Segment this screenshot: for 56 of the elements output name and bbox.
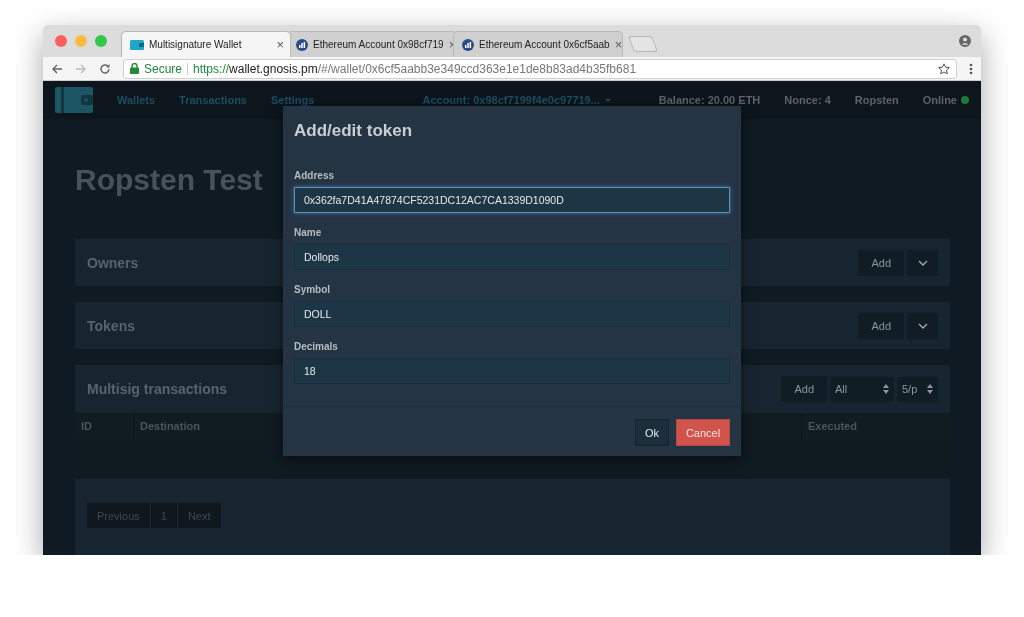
input-field[interactable]: 0x362fa7D41A47874CF5231DC12AC7CA1339D1090D bbox=[294, 187, 730, 213]
updown-icon bbox=[927, 384, 933, 394]
close-button[interactable]: × bbox=[276, 37, 284, 52]
window-control-icon[interactable] bbox=[55, 35, 67, 47]
chevron-down-icon bbox=[917, 259, 928, 266]
wallet-icon bbox=[130, 39, 144, 50]
window-control-icon[interactable] bbox=[75, 35, 87, 47]
panel-title: Multisig transactions bbox=[87, 381, 228, 397]
chart-icon bbox=[296, 38, 308, 51]
reload-icon bbox=[99, 62, 111, 75]
select-field[interactable]: All bbox=[830, 376, 894, 402]
status-text: Online bbox=[922, 94, 957, 106]
nonce-text: Nonce: 4 bbox=[784, 94, 831, 106]
url-text: https://wallet.gnosis.pm/#/wallet/0x6cf5aabb3e349ccd363e1e1de8b83ad4b35fb681 bbox=[193, 61, 637, 76]
forward-icon bbox=[75, 62, 87, 75]
input-field[interactable]: DOLL bbox=[294, 301, 730, 327]
add-button[interactable]: Add bbox=[858, 312, 904, 339]
address-field[interactable]: Secure https://wallet.gnosis.pm/#/wallet/0x6cf5aabb3e349ccd363e1e1de8b83ad4b35fb681 bbox=[123, 58, 957, 79]
profile-icon bbox=[959, 35, 971, 47]
field-label: Symbol bbox=[294, 284, 332, 296]
panel-title: Tokens bbox=[87, 317, 135, 334]
secure-label: Secure bbox=[144, 61, 183, 76]
column-header: Destination bbox=[140, 420, 200, 432]
cancel-button[interactable]: Cancel bbox=[676, 419, 730, 446]
caret-icon bbox=[604, 98, 611, 102]
chevron-down-icon bbox=[917, 322, 928, 329]
close-button[interactable]: × bbox=[614, 37, 623, 52]
page-title: Ropsten Test bbox=[75, 163, 263, 197]
network-text: Ropsten bbox=[854, 94, 899, 106]
updown-icon bbox=[883, 384, 889, 394]
input-field[interactable]: 18 bbox=[294, 358, 730, 384]
ok-button[interactable]: Ok bbox=[635, 419, 669, 446]
field-label: Name bbox=[294, 227, 323, 239]
chart-icon bbox=[462, 38, 474, 51]
column-header: ID bbox=[81, 420, 92, 432]
add-button[interactable]: Add bbox=[781, 376, 827, 402]
column-header: Executed bbox=[808, 420, 857, 432]
field-label: Address bbox=[294, 170, 335, 182]
add-button[interactable]: Add bbox=[858, 249, 904, 276]
wallet-logo-icon bbox=[55, 87, 93, 113]
expand-button[interactable] bbox=[907, 312, 938, 339]
dialog-title: Add/edit token bbox=[293, 120, 414, 142]
select-field[interactable]: 5/p bbox=[897, 376, 938, 402]
field-label: Decimals bbox=[294, 341, 339, 353]
browser-tab[interactable]: Multisignature Wallet × bbox=[121, 31, 291, 57]
star-icon bbox=[938, 62, 950, 75]
new-tab-button[interactable] bbox=[628, 36, 658, 52]
input-field[interactable]: Dollops bbox=[294, 244, 730, 270]
balance-text: Balance: 20.00 ETH bbox=[658, 94, 761, 106]
more-icon bbox=[969, 62, 973, 75]
panel-title: Owners bbox=[87, 254, 139, 271]
browser-tab[interactable]: Ethereum Account 0x6cf5aab × bbox=[453, 31, 623, 57]
back-icon bbox=[51, 62, 63, 75]
lock-icon bbox=[130, 63, 139, 74]
expand-button[interactable] bbox=[907, 249, 938, 276]
window-control-icon[interactable] bbox=[95, 35, 107, 47]
